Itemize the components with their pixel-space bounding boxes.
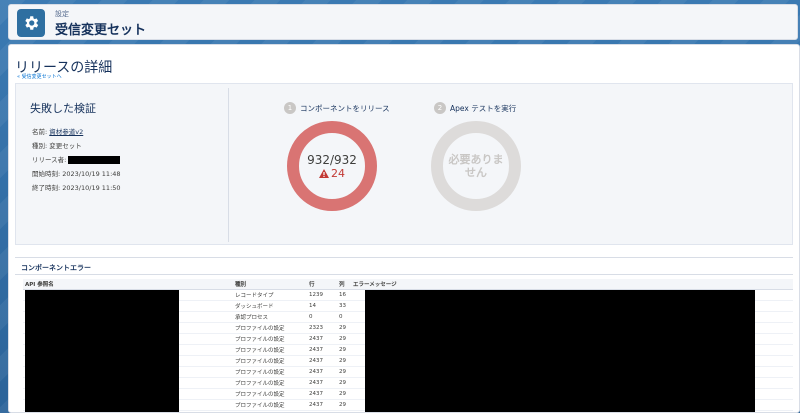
column-header[interactable]: 列 xyxy=(337,279,351,290)
deploy-components-ring: 932/932 24 xyxy=(286,120,378,212)
line-cell: 2437 xyxy=(307,333,337,345)
type-cell: プロファイルの設定 xyxy=(233,388,307,400)
name-label: 名前: xyxy=(32,128,50,136)
info-type-row: 種別: 変更セット xyxy=(32,140,82,150)
column-cell: 29 xyxy=(337,322,351,334)
warning-icon xyxy=(319,168,329,178)
redacted-api-names xyxy=(25,290,179,412)
line-cell: 2437 xyxy=(307,344,337,356)
type-cell: プロファイルの設定 xyxy=(233,333,307,345)
deployment-status: 失敗した検証 xyxy=(30,102,96,115)
info-start-row: 開始時刻: 2023/10/19 11:48 xyxy=(32,168,121,178)
type-cell: 承認プロセス xyxy=(233,311,307,323)
info-name-row: 名前: 資材参道v2 xyxy=(32,126,83,136)
type-cell: プロファイルの設定 xyxy=(233,322,307,334)
redacted-error-messages xyxy=(365,290,755,412)
column-cell: 0 xyxy=(337,311,351,323)
not-required-text: 必要ありません xyxy=(448,153,504,179)
gear-icon xyxy=(25,16,39,30)
column-header[interactable]: 種別 xyxy=(233,279,307,290)
ring-center: 932/932 24 xyxy=(286,120,378,212)
error-count-value: 24 xyxy=(331,166,345,180)
end-label: 終了時刻: xyxy=(32,184,63,192)
line-cell: 1239 xyxy=(307,289,337,301)
component-errors-header: コンポーネントエラー xyxy=(15,257,793,275)
line-cell: 2437 xyxy=(307,366,337,378)
apex-tests-ring: 必要ありません xyxy=(430,120,522,212)
column-cell: 29 xyxy=(337,388,351,400)
back-to-inbound-link[interactable]: « 受信変更セットへ xyxy=(17,73,62,80)
error-count: 24 xyxy=(319,167,345,180)
setup-gear-icon xyxy=(17,9,45,37)
table-header-row: API 参照名 種別 行 列 エラーメッセージ xyxy=(23,279,793,290)
info-end-row: 終了時刻: 2023/10/19 11:50 xyxy=(32,182,121,192)
type-cell: プロファイルの設定 xyxy=(233,344,307,356)
column-cell: 29 xyxy=(337,377,351,389)
deployment-summary: 失敗した検証 名前: 資材参道v2 種別: 変更セット リリース者: 開始時刻:… xyxy=(15,83,793,245)
deployment-detail-card: リリースの詳細 « 受信変更セットへ 失敗した検証 名前: 資材参道v2 種別:… xyxy=(8,44,800,413)
line-cell: 0 xyxy=(307,311,337,323)
component-count: 932/932 xyxy=(307,152,357,167)
step-label: コンポーネントをリリース xyxy=(300,103,390,113)
column-cell: 29 xyxy=(337,344,351,356)
releaser-label: リリース者: xyxy=(32,156,69,164)
type-label: 種別: xyxy=(32,142,50,150)
header-title: 受信変更セット xyxy=(55,23,147,38)
component-errors-table-wrap: API 参照名 種別 行 列 エラーメッセージ レコードタイプ 1239 16 ダッシ… xyxy=(23,279,793,412)
line-cell: 2323 xyxy=(307,322,337,334)
ring-center: 必要ありません xyxy=(430,120,522,212)
step-number: 1 xyxy=(284,102,296,114)
line-cell: 2437 xyxy=(307,399,337,411)
column-header[interactable]: API 参照名 xyxy=(23,279,233,290)
type-cell: プロファイルの設定 xyxy=(233,366,307,378)
column-cell: 29 xyxy=(337,399,351,411)
start-label: 開始時刻: xyxy=(32,170,63,178)
type-cell: ダッシュボード xyxy=(233,300,307,312)
type-cell: プロファイルの設定 xyxy=(233,377,307,389)
step-number: 2 xyxy=(434,102,446,114)
step-run-apex-tests: 2 Apex テストを実行 xyxy=(434,102,516,114)
type-cell: プロファイルの設定 xyxy=(233,355,307,367)
summary-divider xyxy=(228,88,229,242)
column-cell: 33 xyxy=(337,300,351,312)
start-time: 2023/10/19 11:48 xyxy=(62,170,121,178)
end-time: 2023/10/19 11:50 xyxy=(62,184,121,192)
page-header: 設定 受信変更セット xyxy=(8,4,798,40)
line-cell: 2437 xyxy=(307,377,337,389)
step-label: Apex テストを実行 xyxy=(450,103,517,113)
type-cell: レコードタイプ xyxy=(233,289,307,301)
type-cell: プロファイルの設定 xyxy=(233,399,307,411)
breadcrumb-setup[interactable]: 設定 xyxy=(55,9,69,19)
line-cell: 14 xyxy=(307,300,337,312)
column-cell: 29 xyxy=(337,333,351,345)
info-releaser-row: リリース者: xyxy=(32,154,121,164)
line-cell: 2437 xyxy=(307,388,337,400)
column-cell: 16 xyxy=(337,289,351,301)
step-deploy-components: 1 コンポーネントをリリース xyxy=(284,102,390,114)
line-cell: 2437 xyxy=(307,355,337,367)
change-set-name-link[interactable]: 資材参道v2 xyxy=(49,128,83,136)
column-header[interactable]: 行 xyxy=(307,279,337,290)
type-value: 変更セット xyxy=(49,142,82,150)
column-cell: 29 xyxy=(337,366,351,378)
column-cell: 29 xyxy=(337,355,351,367)
section-title: コンポーネントエラー xyxy=(21,264,91,272)
column-header[interactable]: エラーメッセージ xyxy=(351,279,793,290)
releaser-redacted xyxy=(68,156,121,164)
deployment-info: 失敗した検証 名前: 資材参道v2 種別: 変更セット リリース者: 開始時刻:… xyxy=(16,84,228,246)
